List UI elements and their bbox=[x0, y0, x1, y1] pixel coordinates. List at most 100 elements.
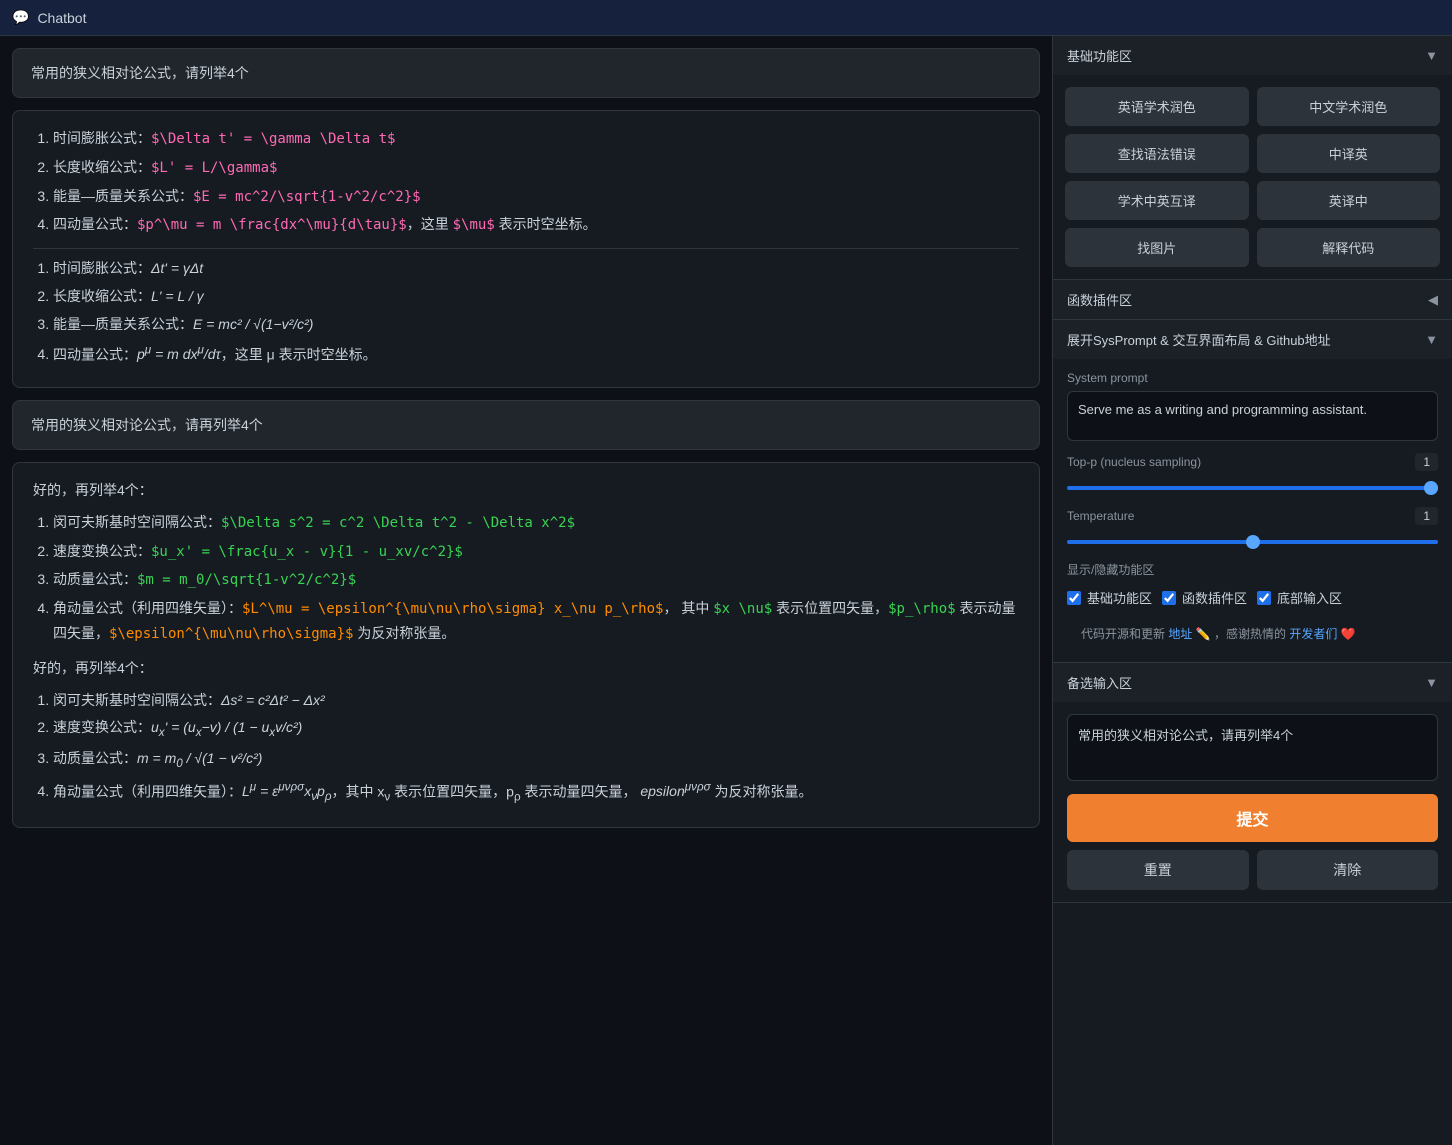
btn-cn-en[interactable]: 中译英 bbox=[1257, 134, 1441, 173]
btn-grammar[interactable]: 查找语法错误 bbox=[1065, 134, 1249, 173]
footer-link2[interactable]: 开发者们 bbox=[1289, 627, 1337, 641]
alt-input-header[interactable]: 备选输入区 ▼ bbox=[1053, 663, 1452, 702]
render-8: Lμ = εμνρσxνpρ bbox=[242, 783, 332, 799]
plugin-check-item[interactable]: 函数插件区 bbox=[1162, 588, 1247, 607]
top-p-slider-container bbox=[1067, 477, 1438, 493]
latex-5: $\Delta s^2 = c^2 \Delta t^2 - \Delta x^… bbox=[221, 515, 575, 531]
plugin-arrow: ◀ bbox=[1428, 292, 1438, 308]
plugin-label: 函数插件区 bbox=[1067, 290, 1132, 309]
btn-en-cn[interactable]: 英译中 bbox=[1257, 181, 1441, 220]
response-intro: 好的，再列举4个： bbox=[33, 479, 1019, 503]
sysprompt-content: System prompt Serve me as a writing and … bbox=[1053, 359, 1452, 662]
footer-note: 代码开源和更新 地址 ✏️ ，感谢热情的 开发者们 ❤️ bbox=[1067, 617, 1438, 650]
list-item: 长度收缩公式：$L' = L/\gamma$ bbox=[53, 156, 1019, 181]
alt-input-textarea[interactable] bbox=[1067, 714, 1438, 781]
footer-text1: 代码开源和更新 bbox=[1081, 627, 1165, 641]
btn-en-polish[interactable]: 英语学术润色 bbox=[1065, 87, 1249, 126]
list-item: 动质量公式：$m = m_0/\sqrt{1-v^2/c^2}$ bbox=[53, 568, 1019, 593]
main-layout: 常用的狭义相对论公式，请列举4个 时间膨胀公式：$\Delta t' = \ga… bbox=[0, 36, 1452, 1145]
chat-icon: 💬 bbox=[12, 9, 29, 26]
btn-cn-polish[interactable]: 中文学术润色 bbox=[1257, 87, 1441, 126]
list-item: 角动量公式（利用四维矢量）：$L^\mu = \epsilon^{\mu\nu\… bbox=[53, 597, 1019, 647]
sysprompt-header[interactable]: 展开SysPrompt & 交互界面布局 & Github地址 ▼ bbox=[1053, 320, 1452, 359]
latex-7: $m = m_0/\sqrt{1-v^2/c^2}$ bbox=[137, 572, 356, 588]
bottom-check-item[interactable]: 底部输入区 bbox=[1257, 588, 1342, 607]
clear-button[interactable]: 清除 bbox=[1257, 850, 1439, 890]
system-prompt-value[interactable]: Serve me as a writing and programming as… bbox=[1067, 391, 1438, 441]
bottom-check-label: 底部输入区 bbox=[1277, 588, 1342, 607]
basic-check-label: 基础功能区 bbox=[1087, 588, 1152, 607]
latex-2: $L' = L/\gamma$ bbox=[151, 160, 277, 176]
basic-functions-header[interactable]: 基础功能区 ▼ bbox=[1053, 36, 1452, 75]
render-5: Δs² = c²Δt² − Δx² bbox=[221, 692, 325, 708]
temperature-slider-container bbox=[1067, 531, 1438, 547]
visibility-label: 显示/隐藏功能区 bbox=[1067, 561, 1438, 578]
latex-4: $p^\mu = m \frac{dx^\mu}{d\tau}$ bbox=[137, 217, 407, 233]
list-item: 角动量公式（利用四维矢量）：Lμ = εμνρσxνpρ，其中 xν 表示位置四… bbox=[53, 778, 1019, 807]
sysprompt-arrow: ▼ bbox=[1425, 332, 1438, 347]
user-message-2-text: 常用的狭义相对论公式，请再列举4个 bbox=[31, 417, 263, 433]
render-4: pμ = m dxμ/dτ bbox=[137, 346, 221, 362]
plugin-check-label: 函数插件区 bbox=[1182, 588, 1247, 607]
temperature-row: Temperature 1 bbox=[1067, 507, 1438, 525]
heart-icon: ❤️ bbox=[1341, 627, 1356, 641]
alt-input-label: 备选输入区 bbox=[1067, 673, 1132, 692]
latex-6: $u_x' = \frac{u_x - v}{1 - u_xv/c^2}$ bbox=[151, 544, 463, 560]
btn-academic[interactable]: 学术中英互译 bbox=[1065, 181, 1249, 220]
footer-text2: ，感谢热情的 bbox=[1214, 627, 1286, 641]
temperature-value: 1 bbox=[1415, 507, 1438, 525]
render-1: Δt' = γΔt bbox=[151, 260, 203, 276]
basic-check-item[interactable]: 基础功能区 bbox=[1067, 588, 1152, 607]
temperature-label: Temperature bbox=[1067, 509, 1134, 523]
system-prompt-label: System prompt bbox=[1067, 371, 1438, 385]
plugin-header[interactable]: 函数插件区 ◀ bbox=[1053, 280, 1452, 319]
render-2: L' = L / γ bbox=[151, 288, 204, 304]
plugin-section: 函数插件区 ◀ bbox=[1053, 280, 1452, 320]
user-message-1-text: 常用的狭义相对论公式，请列举4个 bbox=[31, 65, 249, 81]
alt-input-section: 备选输入区 ▼ 提交 重置 清除 bbox=[1053, 663, 1452, 903]
list-item: 长度收缩公式：L' = L / γ bbox=[53, 285, 1019, 309]
list-item: 速度变换公式：ux' = (ux−v) / (1 − uxv/c²) bbox=[53, 716, 1019, 743]
list-item: 闵可夫斯基时空间隔公式：$\Delta s^2 = c^2 \Delta t^2… bbox=[53, 511, 1019, 536]
bottom-checkbox[interactable] bbox=[1257, 591, 1271, 605]
basic-checkbox[interactable] bbox=[1067, 591, 1081, 605]
footer-link[interactable]: 地址 bbox=[1168, 627, 1192, 641]
response-intro2: 好的，再列举4个： bbox=[33, 657, 1019, 681]
list-item: 闵可夫斯基时空间隔公式：Δs² = c²Δt² − Δx² bbox=[53, 689, 1019, 713]
assistant-message-2: 好的，再列举4个： 闵可夫斯基时空间隔公式：$\Delta s^2 = c^2 … bbox=[12, 462, 1040, 828]
reset-row: 重置 清除 bbox=[1067, 850, 1438, 890]
submit-button[interactable]: 提交 bbox=[1067, 794, 1438, 842]
list-item: 能量—质量关系公式：$E = mc^2/\sqrt{1-v^2/c^2}$ bbox=[53, 185, 1019, 210]
top-p-value: 1 bbox=[1415, 453, 1438, 471]
reset-button[interactable]: 重置 bbox=[1067, 850, 1249, 890]
list-item: 动质量公式：m = m0 / √(1 − v²/c²) bbox=[53, 747, 1019, 774]
btn-find-img[interactable]: 找图片 bbox=[1065, 228, 1249, 267]
list-item: 四动量公式：pμ = m dxμ/dτ，这里 μ 表示时空坐标。 bbox=[53, 341, 1019, 367]
list-item: 时间膨胀公式：Δt' = γΔt bbox=[53, 257, 1019, 281]
basic-functions-grid: 英语学术润色 中文学术润色 查找语法错误 中译英 学术中英互译 英译中 找图片 … bbox=[1053, 75, 1452, 279]
top-p-label: Top-p (nucleus sampling) bbox=[1067, 455, 1201, 469]
chat-area: 常用的狭义相对论公式，请列举4个 时间膨胀公式：$\Delta t' = \ga… bbox=[0, 36, 1052, 1145]
list-item: 四动量公式：$p^\mu = m \frac{dx^\mu}{d\tau}$，这… bbox=[53, 213, 1019, 238]
latex-8: $L^\mu = \epsilon^{\mu\nu\rho\sigma} x_\… bbox=[242, 601, 663, 617]
basic-functions-section: 基础功能区 ▼ 英语学术润色 中文学术润色 查找语法错误 中译英 学术中英互译 … bbox=[1053, 36, 1452, 280]
render-3: E = mc² / √(1−v²/c²) bbox=[193, 316, 313, 332]
btn-explain-code[interactable]: 解释代码 bbox=[1257, 228, 1441, 267]
user-message-2: 常用的狭义相对论公式，请再列举4个 bbox=[12, 400, 1040, 450]
checkbox-row: 基础功能区 函数插件区 底部输入区 bbox=[1067, 588, 1438, 607]
sysprompt-section: 展开SysPrompt & 交互界面布局 & Github地址 ▼ System… bbox=[1053, 320, 1452, 663]
temperature-slider[interactable] bbox=[1067, 540, 1438, 544]
user-message-1: 常用的狭义相对论公式，请列举4个 bbox=[12, 48, 1040, 98]
visibility-section: 显示/隐藏功能区 基础功能区 函数插件区 底部输入区 bbox=[1067, 561, 1438, 617]
alt-input-arrow: ▼ bbox=[1425, 675, 1438, 690]
list-item: 时间膨胀公式：$\Delta t' = \gamma \Delta t$ bbox=[53, 127, 1019, 152]
header: 💬 Chatbot bbox=[0, 0, 1452, 36]
sidebar: 基础功能区 ▼ 英语学术润色 中文学术润色 查找语法错误 中译英 学术中英互译 … bbox=[1052, 36, 1452, 1145]
basic-functions-label: 基础功能区 bbox=[1067, 46, 1132, 65]
top-p-slider[interactable] bbox=[1067, 486, 1438, 490]
latex-3: $E = mc^2/\sqrt{1-v^2/c^2}$ bbox=[193, 189, 421, 205]
sysprompt-label: 展开SysPrompt & 交互界面布局 & Github地址 bbox=[1067, 330, 1331, 349]
list-item: 能量—质量关系公式：E = mc² / √(1−v²/c²) bbox=[53, 313, 1019, 337]
top-p-row: Top-p (nucleus sampling) 1 bbox=[1067, 453, 1438, 471]
plugin-checkbox[interactable] bbox=[1162, 591, 1176, 605]
